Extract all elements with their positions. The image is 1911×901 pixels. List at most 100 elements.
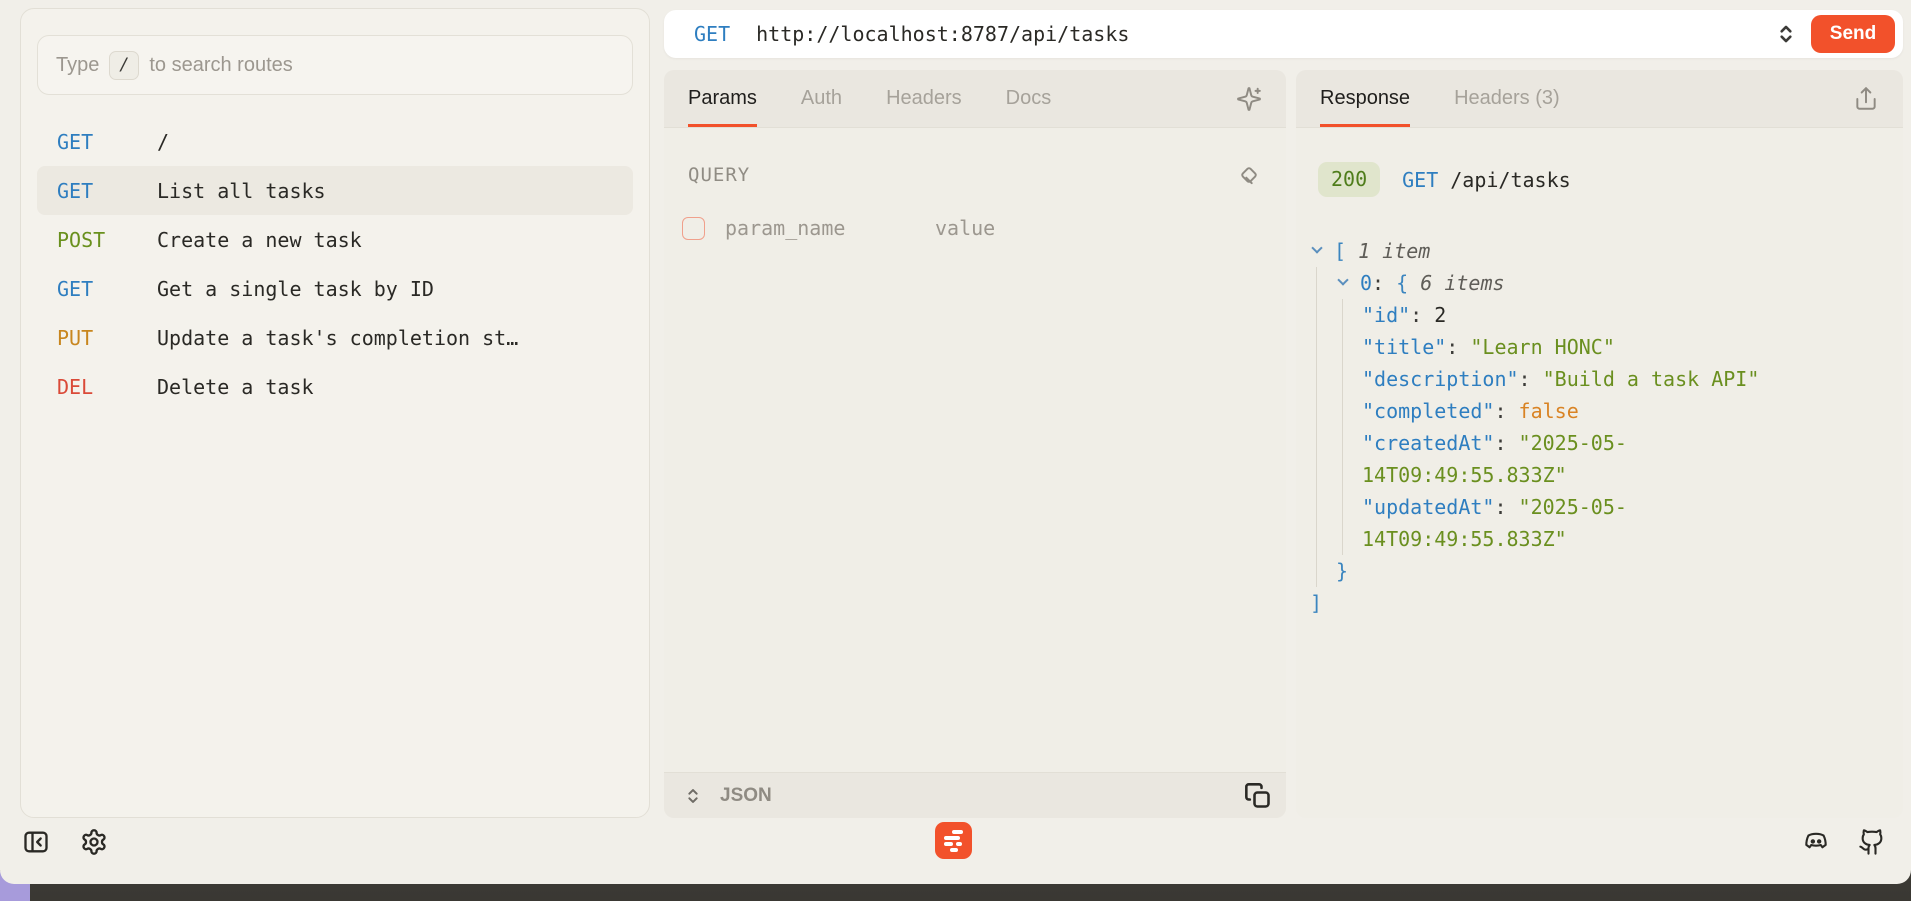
route-item[interactable]: POSTCreate a new task [37,215,633,264]
indent-guide [1310,363,1336,395]
indent-guide [1310,491,1336,523]
indent-guide [1336,459,1362,491]
route-search-input[interactable]: Type / to search routes [37,35,633,95]
response-panel-header: Response Headers (3) [1296,70,1903,128]
sparkles-ai-icon[interactable] [1236,86,1262,112]
json-line: } [1310,555,1883,587]
request-tabs: Params Auth Headers Docs [688,70,1051,127]
json-line: "id": 2 [1310,299,1883,331]
indent-guide [1336,427,1362,459]
api-client-window: Type / to search routes GET/GETList all … [0,0,1911,884]
route-item[interactable]: GETList all tasks [37,166,633,215]
clear-params-eraser-icon[interactable] [1236,162,1262,188]
url-input[interactable] [756,22,1773,46]
route-method-badge: GET [57,179,157,203]
route-label: Delete a task [157,375,314,399]
json-line-text: "updatedAt": "2025-05- [1362,491,1627,523]
bottom-bar [0,818,1911,866]
response-method: GET [1402,168,1438,192]
search-hint-suffix: to search routes [149,54,292,77]
slash-key-badge: / [109,51,139,80]
desktop-background: Type / to search routes GET/GETList all … [0,0,1911,901]
collapse-sidebar-icon[interactable] [22,828,50,856]
share-icon[interactable] [1853,86,1879,112]
json-line-text: ] [1310,587,1322,619]
request-tab-params[interactable]: Params [688,70,757,127]
indent-guide [1310,299,1336,331]
json-line: "completed": false [1310,395,1883,427]
query-param-row [682,216,1268,240]
json-line-text: 14T09:49:55.833Z" [1362,523,1567,555]
indent-guide [1310,555,1336,587]
indent-guide [1310,267,1336,299]
route-item[interactable]: DELDelete a task [37,362,633,411]
request-body-footer: JSON [664,772,1286,818]
indent-guide [1310,523,1336,555]
json-line: 14T09:49:55.833Z" [1310,523,1883,555]
route-list: GET/GETList all tasksPOSTCreate a new ta… [37,117,633,411]
url-stepper-icon[interactable] [1773,21,1799,47]
indent-guide [1310,459,1336,491]
json-line: "createdAt": "2025-05- [1310,427,1883,459]
json-line-text: [ 1 item [1334,235,1430,267]
body-format-select[interactable]: JSON [720,785,772,807]
indent-guide [1336,299,1362,331]
discord-icon[interactable] [1802,828,1830,856]
send-button[interactable]: Send [1811,15,1895,53]
query-section-label: QUERY [688,164,750,186]
indent-guide [1310,427,1336,459]
query-section-header: QUERY [688,162,1262,188]
param-enabled-checkbox[interactable] [682,217,705,240]
json-line-text: } [1336,555,1348,587]
method-select[interactable]: GET [664,22,756,46]
response-tab-headers-3[interactable]: Headers (3) [1454,70,1560,127]
url-bar: GET Send [664,10,1903,58]
routes-sidebar: Type / to search routes GET/GETList all … [20,8,650,818]
param-value-input[interactable] [935,216,1268,240]
route-item[interactable]: GET/ [37,117,633,166]
route-label: / [157,130,169,154]
collapse-chevron-icon[interactable] [1310,235,1334,267]
json-line-text: "description": "Build a task API" [1362,363,1759,395]
json-line-text: "id": 2 [1362,299,1446,331]
response-tabs: Response Headers (3) [1320,70,1560,127]
response-tab-response[interactable]: Response [1320,70,1410,127]
collapse-chevron-icon[interactable] [1336,267,1360,299]
indent-guide [1336,331,1362,363]
route-method-badge: GET [57,277,157,301]
route-label: Update a task's completion st… [157,326,518,350]
request-panel: Params Auth Headers Docs QUERY [664,70,1286,818]
github-icon[interactable] [1858,828,1886,856]
request-tab-docs[interactable]: Docs [1006,70,1052,127]
route-item[interactable]: PUTUpdate a task's completion st… [37,313,633,362]
request-panel-header: Params Auth Headers Docs [664,70,1286,128]
copy-icon[interactable] [1244,782,1272,810]
indent-guide [1310,395,1336,427]
app-logo[interactable] [935,822,972,859]
search-hint-prefix: Type [56,54,99,77]
json-line-text: 14T09:49:55.833Z" [1362,459,1567,491]
json-line-text: "createdAt": "2025-05- [1362,427,1627,459]
route-label: Create a new task [157,228,362,252]
route-method-badge: DEL [57,375,157,399]
indent-guide [1336,363,1362,395]
json-line-text: 0: { 6 items [1360,267,1505,299]
json-line: [ 1 item [1310,235,1883,267]
route-item[interactable]: GETGet a single task by ID [37,264,633,313]
json-line: 0: { 6 items [1310,267,1883,299]
json-line: 14T09:49:55.833Z" [1310,459,1883,491]
request-tab-headers[interactable]: Headers [886,70,962,127]
json-line: "description": "Build a task API" [1310,363,1883,395]
indent-guide [1336,523,1362,555]
route-label: Get a single task by ID [157,277,434,301]
response-json-tree: [ 1 item0: { 6 items"id": 2"title": "Lea… [1310,235,1883,619]
response-path: /api/tasks [1450,168,1570,192]
request-tab-auth[interactable]: Auth [801,70,842,127]
status-code-badge: 200 [1318,162,1380,197]
json-line-text: "completed": false [1362,395,1579,427]
format-stepper-icon[interactable] [682,785,704,807]
param-name-input[interactable] [725,216,935,240]
route-method-badge: PUT [57,326,157,350]
settings-gear-icon[interactable] [80,828,108,856]
json-line: ] [1310,587,1883,619]
